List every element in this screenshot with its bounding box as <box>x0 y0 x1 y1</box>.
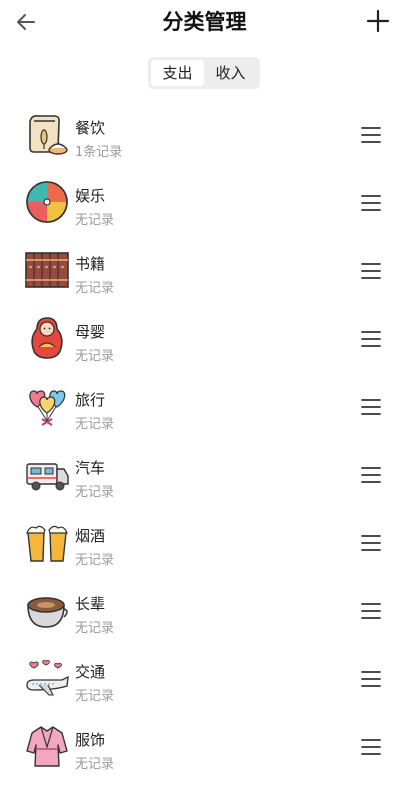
category-name: 餐饮 <box>75 119 106 137</box>
plus-icon[interactable] <box>366 9 390 33</box>
tab-income[interactable]: 收入 <box>204 60 257 86</box>
drag-handle-icon[interactable] <box>361 329 381 349</box>
food-bag-icon <box>29 115 68 155</box>
matryoshka-doll-icon <box>31 317 63 359</box>
airplane-icon <box>26 659 69 696</box>
drag-handle-icon[interactable] <box>361 397 381 417</box>
record-count: 无记录 <box>75 757 115 772</box>
tab-expense[interactable]: 支出 <box>151 60 204 86</box>
category-name: 烟酒 <box>75 527 106 545</box>
header: 分类管理 <box>0 0 409 44</box>
category-name: 长辈 <box>75 595 106 613</box>
category-row[interactable]: 烟酒 无记录 <box>0 510 409 578</box>
drag-handle-icon[interactable] <box>361 533 381 553</box>
category-row[interactable]: 汽车 无记录 <box>0 442 409 510</box>
record-count: 无记录 <box>75 621 115 636</box>
type-segmented-control: 支出 收入 <box>148 57 260 89</box>
drag-handle-icon[interactable] <box>361 669 381 689</box>
category-row[interactable]: 服饰 无记录 <box>0 714 409 782</box>
category-name: 书籍 <box>75 255 106 273</box>
drag-handle-icon[interactable] <box>361 193 381 213</box>
category-row[interactable]: 母婴 无记录 <box>0 306 409 374</box>
record-count: 无记录 <box>75 281 115 296</box>
category-name: 服饰 <box>75 731 106 749</box>
books-icon <box>25 252 69 288</box>
record-count: 无记录 <box>75 689 115 704</box>
category-name: 交通 <box>75 663 106 681</box>
category-name: 旅行 <box>75 391 106 409</box>
category-row[interactable]: 书籍 无记录 <box>0 238 409 306</box>
category-name: 母婴 <box>75 323 106 341</box>
drag-handle-icon[interactable] <box>361 601 381 621</box>
drag-handle-icon[interactable] <box>361 261 381 281</box>
drag-handle-icon[interactable] <box>361 465 381 485</box>
record-count: 无记录 <box>75 213 115 228</box>
record-count: 无记录 <box>75 349 115 364</box>
category-name: 娱乐 <box>75 187 106 205</box>
beer-mugs-icon <box>26 525 68 562</box>
robe-icon <box>26 726 68 767</box>
coffee-cup-icon <box>27 597 68 628</box>
category-name: 汽车 <box>75 459 106 477</box>
category-row[interactable]: 餐饮 1条记录 <box>0 102 409 170</box>
category-row[interactable]: 娱乐 无记录 <box>0 170 409 238</box>
record-count: 无记录 <box>75 485 115 500</box>
beach-ball-icon <box>26 181 68 223</box>
page-title: 分类管理 <box>162 10 247 34</box>
record-count: 1条记录 <box>75 145 123 160</box>
record-count: 无记录 <box>75 417 115 432</box>
drag-handle-icon[interactable] <box>361 737 381 757</box>
drag-handle-icon[interactable] <box>361 125 381 145</box>
heart-balloons-icon <box>29 390 66 426</box>
camper-van-icon <box>26 463 69 491</box>
record-count: 无记录 <box>75 553 115 568</box>
category-row[interactable]: 旅行 无记录 <box>0 374 409 442</box>
category-list: 餐饮 1条记录 娱乐 无记录 书籍 无记录 母婴 无记录 旅行 无记录 汽车 无… <box>0 102 409 782</box>
category-row[interactable]: 交通 无记录 <box>0 646 409 714</box>
category-row[interactable]: 长辈 无记录 <box>0 578 409 646</box>
